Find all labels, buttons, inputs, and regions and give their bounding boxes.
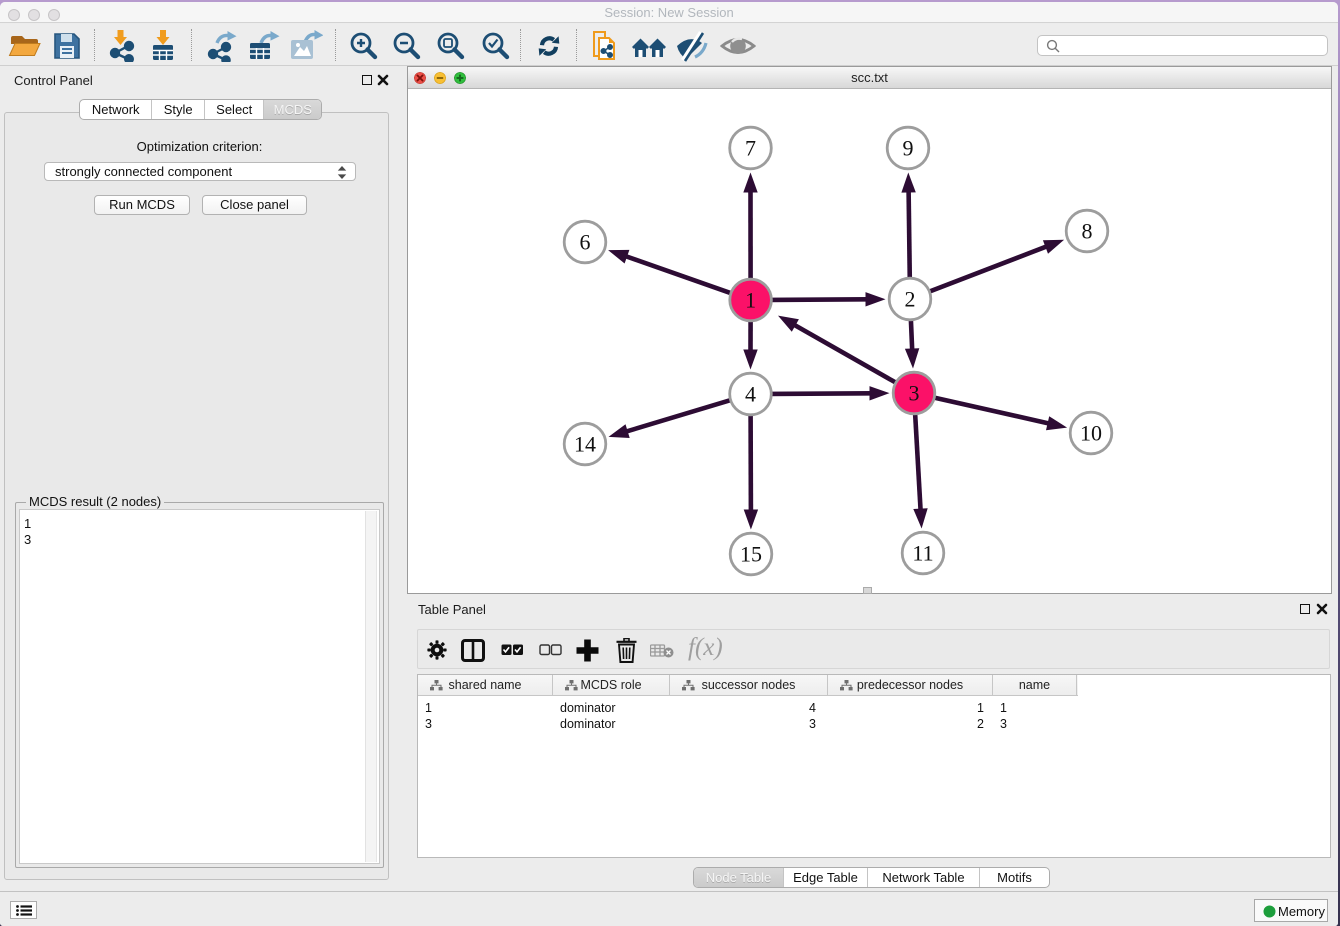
svg-text:10: 10 (1080, 421, 1102, 446)
svg-text:14: 14 (574, 432, 596, 457)
svg-text:9: 9 (903, 136, 914, 161)
svg-text:4: 4 (745, 382, 756, 407)
svg-text:3: 3 (909, 381, 920, 406)
svg-text:7: 7 (745, 136, 756, 161)
svg-text:1: 1 (745, 288, 756, 313)
svg-text:8: 8 (1082, 219, 1093, 244)
svg-text:15: 15 (740, 542, 762, 567)
svg-text:11: 11 (912, 541, 933, 566)
svg-text:2: 2 (905, 287, 916, 312)
svg-text:6: 6 (580, 230, 591, 255)
